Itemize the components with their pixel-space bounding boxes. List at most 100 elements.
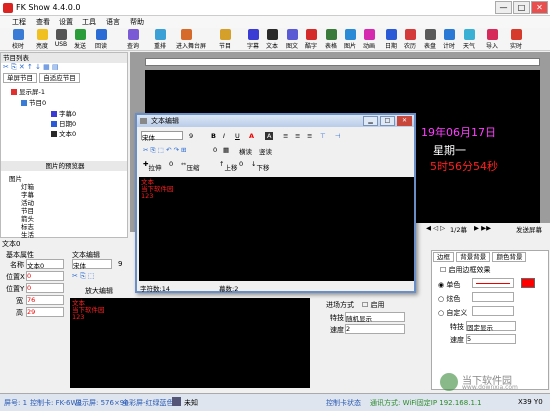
- align-right-icon[interactable]: ≡: [307, 132, 312, 140]
- italic-button[interactable]: I: [223, 132, 225, 140]
- close-button[interactable]: ✕: [531, 1, 548, 14]
- single-color-radio[interactable]: ◉ 单色: [438, 280, 460, 290]
- toolbar-button-label: 重排: [153, 43, 166, 50]
- send-screen-label[interactable]: 发送屏幕: [516, 224, 542, 234]
- menu-item-view[interactable]: 查看: [36, 17, 50, 27]
- horizontal-read-button[interactable]: 横读: [239, 146, 252, 156]
- border-speed-select[interactable]: 5: [466, 334, 516, 344]
- toolbar-button-12[interactable]: 酷字: [301, 29, 321, 50]
- up-button[interactable]: ↑ 上移: [219, 160, 237, 172]
- custom-radio[interactable]: ○ 自定义: [438, 308, 467, 318]
- align-left-icon[interactable]: ≡: [283, 132, 288, 140]
- toolbar-button-label: 亮度: [35, 43, 48, 50]
- up-value[interactable]: 0: [239, 160, 243, 168]
- toolbar-button-13[interactable]: 表格: [321, 29, 341, 50]
- menu-item-project[interactable]: 工程: [12, 17, 26, 27]
- status-color: 全彩屏-红绿蓝色: [122, 399, 174, 407]
- bg-color-button[interactable]: A: [265, 132, 274, 140]
- toolbar-button-15[interactable]: 动画: [359, 29, 379, 50]
- toolbar-icon: [36, 29, 48, 40]
- custom-style[interactable]: [472, 306, 514, 316]
- toolbar-button-10[interactable]: 文本: [262, 29, 282, 50]
- menu-item-tools[interactable]: 工具: [82, 17, 96, 27]
- pos-x-field[interactable]: 0: [26, 271, 64, 281]
- toolbar-button-1[interactable]: 亮度: [32, 29, 52, 50]
- toolbar-button-8[interactable]: 节目: [215, 29, 235, 50]
- toolbar-button-11[interactable]: 图文: [282, 29, 302, 50]
- tree-item-program[interactable]: 节目0: [21, 97, 46, 107]
- tab-single-program[interactable]: 单屏节目: [3, 73, 37, 83]
- tree-item-text[interactable]: 文本0: [51, 128, 76, 138]
- dialog-close-button[interactable]: ✕: [397, 116, 412, 126]
- effect-special-select[interactable]: 随机显示: [345, 312, 405, 323]
- stretch-value[interactable]: 0: [169, 160, 173, 168]
- border-speed-label: 速度: [450, 336, 464, 344]
- tree-item-subtitle[interactable]: 字幕0: [51, 108, 76, 118]
- dialog-edit-icons[interactable]: ✂ ⎘ ⬚ ↶ ↷ ⊞: [143, 146, 186, 155]
- single-color-style[interactable]: [472, 278, 514, 288]
- toolbar-button-16[interactable]: 日期: [381, 29, 401, 50]
- menu-item-help[interactable]: 帮助: [130, 17, 144, 27]
- toolbar-button-14[interactable]: 图片: [340, 29, 360, 50]
- nav-arrows-right[interactable]: ▶ ▶▶: [474, 224, 491, 232]
- dialog-font-select[interactable]: 宋体: [141, 131, 183, 142]
- toolbar-button-0[interactable]: 校时: [8, 29, 28, 50]
- vertical-read-button[interactable]: 竖读: [259, 146, 272, 156]
- toolbar-button-3[interactable]: 发送: [70, 29, 90, 50]
- toolbar-button-7[interactable]: 进入舞台屏: [176, 29, 206, 50]
- toolbar-button-6[interactable]: 重排: [150, 29, 170, 50]
- enable-border-checkbox[interactable]: ☐ 启用边框效果: [440, 265, 491, 275]
- toolbar-button-2[interactable]: USB: [51, 29, 71, 48]
- effect-speed-select[interactable]: 2: [345, 324, 405, 334]
- toolbar-button-21[interactable]: 导入: [482, 29, 502, 50]
- width-field[interactable]: 76: [26, 295, 64, 305]
- tab-adaptive-program[interactable]: 自适应节目: [39, 73, 80, 83]
- play-mode-enable[interactable]: ☐ 启用: [362, 300, 385, 310]
- underline-button[interactable]: U: [235, 132, 240, 140]
- compress-button[interactable]: ⇿ 压缩: [181, 160, 199, 172]
- name-field[interactable]: 文本0: [26, 259, 64, 270]
- toolbar-button-19[interactable]: 计时: [439, 29, 459, 50]
- dialog-text-editor[interactable]: 文本 当下软件园 123: [139, 177, 414, 281]
- toolbar-button-label: 表格: [324, 43, 337, 50]
- single-color-swatch[interactable]: [521, 278, 535, 288]
- menu-item-settings[interactable]: 设置: [59, 17, 73, 27]
- dialog-size[interactable]: 9: [189, 132, 193, 140]
- toolbar-button-20[interactable]: 天气: [459, 29, 479, 50]
- toolbar-button-9[interactable]: 字幕: [243, 29, 263, 50]
- toolbar-button-5[interactable]: 查询: [123, 29, 143, 50]
- valign-middle-icon[interactable]: ⊣: [335, 132, 341, 140]
- border-special-select[interactable]: 固定显示: [466, 321, 516, 332]
- dialog-grid-icon[interactable]: ▦: [223, 146, 229, 154]
- tab-bg-bg[interactable]: 背景背景: [456, 252, 491, 262]
- toolbar-button-18[interactable]: 表盘: [420, 29, 440, 50]
- flower-color-radio[interactable]: ○ 炫色: [438, 294, 460, 304]
- dialog-maximize-button[interactable]: □: [380, 116, 395, 126]
- toolbar-button-17[interactable]: 农历: [400, 29, 420, 50]
- maximize-button[interactable]: □: [513, 1, 530, 14]
- bottom-text-editor[interactable]: 文本 当下软件园 123: [70, 298, 310, 388]
- pos-y-field[interactable]: 0: [26, 283, 64, 293]
- toolbar-button-4[interactable]: 回读: [91, 29, 111, 50]
- flower-color-style[interactable]: [472, 292, 514, 302]
- tab-border[interactable]: 边框: [433, 252, 454, 262]
- valign-top-icon[interactable]: ⊤: [320, 132, 326, 140]
- tab-color-bg[interactable]: 颜色背景: [492, 252, 527, 262]
- down-button[interactable]: ↓ 下移: [251, 160, 269, 172]
- bold-button[interactable]: B: [211, 132, 216, 140]
- bottom-font-select[interactable]: 宋体: [72, 259, 112, 270]
- toolbar-button-22[interactable]: 实时: [506, 29, 526, 50]
- minimize-button[interactable]: —: [495, 1, 512, 14]
- dialog-minimize-button[interactable]: ▁: [363, 116, 378, 126]
- stretch-button[interactable]: ✚ 拉伸: [143, 160, 161, 172]
- align-center-icon[interactable]: ≡: [295, 132, 300, 140]
- bottom-size[interactable]: 9: [118, 260, 122, 268]
- font-color-button[interactable]: A: [249, 132, 254, 140]
- enlarge-edit-button[interactable]: 放大编辑: [85, 286, 113, 296]
- bottom-edit-icons[interactable]: ✂ ⎘ ⬚: [72, 272, 95, 281]
- menu-item-language[interactable]: 语言: [106, 17, 120, 27]
- height-field[interactable]: 29: [26, 307, 64, 317]
- tree-item-screen[interactable]: 显示屏-1: [11, 86, 45, 96]
- nav-arrows[interactable]: ◀ ◁ ▷: [426, 224, 445, 232]
- tree-item-date[interactable]: 日期0: [51, 118, 76, 128]
